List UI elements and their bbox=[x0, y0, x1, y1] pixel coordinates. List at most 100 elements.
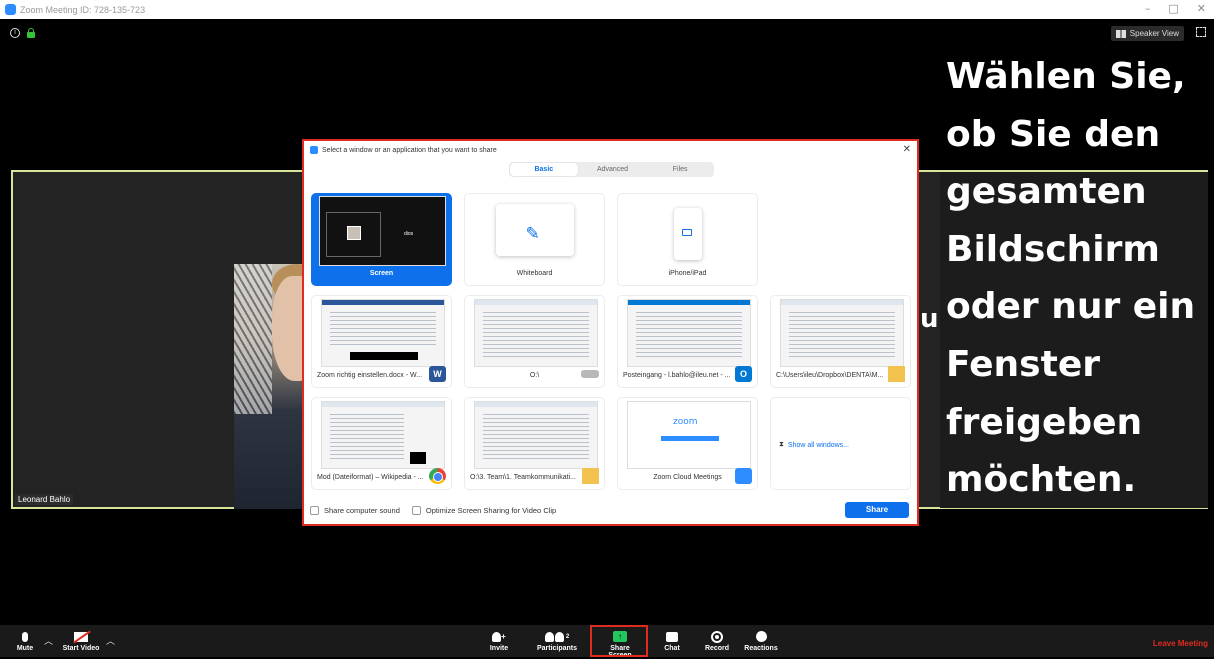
meeting-toolbar: Mute ︿ Start Video ︿ + Invite 2 Particip… bbox=[0, 625, 1214, 659]
pencil-icon: ✎ bbox=[525, 224, 540, 243]
dialog-title-text: Select a window or an application that y… bbox=[322, 146, 497, 154]
share-tile-window[interactable]: Mod (Dateiformat) – Wikipedia - ... bbox=[311, 397, 452, 490]
chrome-icon bbox=[429, 468, 446, 484]
chat-button[interactable]: Chat bbox=[662, 628, 682, 652]
share-tile-whiteboard[interactable]: ✎ Whiteboard bbox=[464, 193, 605, 286]
screen-thumbnail: dios bbox=[319, 196, 446, 266]
instruction-overlay: Wählen Sie, ob Sie den gesamten Bildschi… bbox=[946, 48, 1206, 509]
tile-label: Posteingang - l.bahlo@ileu.net - ... bbox=[623, 372, 731, 379]
audio-options-chevron-icon[interactable]: ︿ bbox=[44, 634, 53, 647]
leave-meeting-button[interactable]: Leave Meeting bbox=[1153, 639, 1208, 648]
maximize-button[interactable]: □ bbox=[1168, 2, 1178, 15]
chat-icon bbox=[666, 631, 678, 642]
participant-photo bbox=[234, 264, 304, 509]
info-icon[interactable]: i bbox=[10, 28, 20, 38]
overlay-line: Wählen Sie, bbox=[946, 56, 1186, 97]
record-label: Record bbox=[704, 645, 730, 652]
share-screen-dialog: Select a window or an application that y… bbox=[302, 139, 919, 526]
dialog-footer: Share computer sound Optimize Screen Sha… bbox=[310, 502, 909, 518]
share-sound-option[interactable]: Share computer sound bbox=[310, 505, 400, 515]
overlay-line: oder nur ein bbox=[946, 286, 1196, 328]
chat-label: Chat bbox=[664, 645, 680, 652]
share-tile-window[interactable]: O:\ bbox=[464, 295, 605, 388]
reactions-label: Reactions bbox=[744, 645, 778, 652]
tab-files[interactable]: Files bbox=[646, 162, 714, 177]
share-tile-window[interactable]: O:\3. Team\1. Teamkommunikati... bbox=[464, 397, 605, 490]
share-button[interactable]: Share bbox=[845, 502, 909, 518]
record-button[interactable]: Record bbox=[704, 628, 730, 652]
fullscreen-icon[interactable] bbox=[1196, 27, 1206, 37]
participants-icon bbox=[544, 631, 554, 642]
dialog-title: Select a window or an application that y… bbox=[310, 146, 497, 154]
tile-label: C:\Users\ileu\Dropbox\DENTA\M... bbox=[776, 372, 884, 379]
share-tile-iphone[interactable]: iPhone/iPad bbox=[617, 193, 758, 286]
overlay-line: Fenster bbox=[946, 343, 1100, 385]
optimize-video-option[interactable]: Optimize Screen Sharing for Video Clip bbox=[411, 505, 557, 515]
window-thumbnail bbox=[627, 299, 751, 367]
minimize-button[interactable]: – bbox=[1145, 2, 1151, 15]
overlay-line: freigeben bbox=[946, 401, 1143, 443]
participant-name: Leonard Bahlo bbox=[15, 494, 74, 505]
overlay-line: gesamten bbox=[946, 171, 1147, 213]
tab-advanced[interactable]: Advanced bbox=[579, 162, 647, 177]
window-thumbnail bbox=[321, 299, 445, 367]
show-all-windows-tile[interactable]: ⧗ Show all windows... bbox=[770, 397, 911, 490]
optimize-video-label: Optimize Screen Sharing for Video Clip bbox=[425, 505, 557, 515]
thumbnail-button bbox=[661, 436, 719, 441]
mute-label: Mute bbox=[16, 645, 34, 652]
video-off-icon bbox=[74, 631, 88, 642]
word-icon: W bbox=[429, 366, 446, 382]
show-all-label: Show all windows... bbox=[787, 441, 850, 449]
show-all-windows[interactable]: ⧗ Show all windows... bbox=[779, 441, 849, 449]
overlay-line: Bildschirm bbox=[946, 228, 1160, 270]
share-tile-screen[interactable]: dios Screen bbox=[311, 193, 452, 286]
optimize-video-checkbox[interactable] bbox=[411, 505, 421, 515]
share-sound-checkbox[interactable] bbox=[310, 505, 319, 515]
window-titlebar: Zoom Meeting ID: 728-135-723 – □ ✕ bbox=[0, 0, 1214, 19]
invite-button[interactable]: + Invite bbox=[486, 628, 512, 652]
microphone-icon bbox=[22, 631, 28, 642]
meeting-info: i bbox=[10, 28, 35, 38]
speaker-view-button[interactable]: Speaker View bbox=[1110, 26, 1184, 41]
share-tile-window[interactable]: C:\Users\ileu\Dropbox\DENTA\M... bbox=[770, 295, 911, 388]
window-controls: – □ ✕ bbox=[1145, 2, 1206, 15]
window-thumbnail: zoom bbox=[627, 401, 751, 469]
invite-icon bbox=[492, 631, 502, 642]
tab-basic[interactable]: Basic bbox=[510, 163, 578, 176]
window-thumbnail bbox=[780, 299, 904, 367]
close-window-button[interactable]: ✕ bbox=[1197, 2, 1206, 15]
zoom-wordmark: zoom bbox=[673, 417, 698, 427]
folder-icon bbox=[888, 366, 905, 382]
tile-label: Whiteboard bbox=[516, 270, 553, 277]
zoom-app-icon bbox=[735, 468, 752, 484]
lock-icon[interactable] bbox=[27, 28, 35, 38]
participants-count: 2 bbox=[565, 633, 570, 640]
start-video-button[interactable]: Start Video bbox=[60, 628, 102, 652]
mute-button[interactable]: Mute bbox=[14, 628, 36, 652]
folder-icon bbox=[582, 468, 599, 484]
tile-label: Screen bbox=[369, 270, 394, 277]
tile-label: O:\3. Team\1. Teamkommunikati... bbox=[470, 474, 576, 481]
reactions-button[interactable]: Reactions bbox=[744, 628, 778, 652]
speaker-view-label: Speaker View bbox=[1129, 29, 1179, 38]
expand-icon: ⧗ bbox=[779, 441, 784, 448]
airplay-icon bbox=[681, 229, 692, 236]
thumbnail-text: dios bbox=[404, 231, 414, 237]
share-tile-window[interactable]: Zoom richtig einstellen.docx - W... W bbox=[311, 295, 452, 388]
window-title: Zoom Meeting ID: 728-135-723 bbox=[20, 4, 146, 15]
tile-label: Zoom richtig einstellen.docx - W... bbox=[317, 372, 423, 379]
participants-button[interactable]: 2 Participants bbox=[536, 628, 578, 652]
window-thumbnail bbox=[474, 299, 598, 367]
dialog-close-icon[interactable]: ✕ bbox=[903, 144, 911, 155]
share-tile-window[interactable]: zoom Zoom Cloud Meetings bbox=[617, 397, 758, 490]
video-options-chevron-icon[interactable]: ︿ bbox=[106, 634, 115, 647]
drive-icon bbox=[581, 370, 599, 378]
zoom-logo-icon bbox=[5, 4, 16, 15]
overlay-line: ob Sie den bbox=[946, 113, 1161, 155]
share-tile-window[interactable]: Posteingang - l.bahlo@ileu.net - ... O bbox=[617, 295, 758, 388]
share-tabs: Basic Advanced Files bbox=[509, 162, 714, 177]
start-video-label: Start Video bbox=[62, 645, 100, 652]
reactions-icon bbox=[755, 631, 767, 642]
whiteboard-frame: ✎ bbox=[495, 204, 574, 256]
tile-label: iPhone/iPad bbox=[668, 270, 707, 277]
